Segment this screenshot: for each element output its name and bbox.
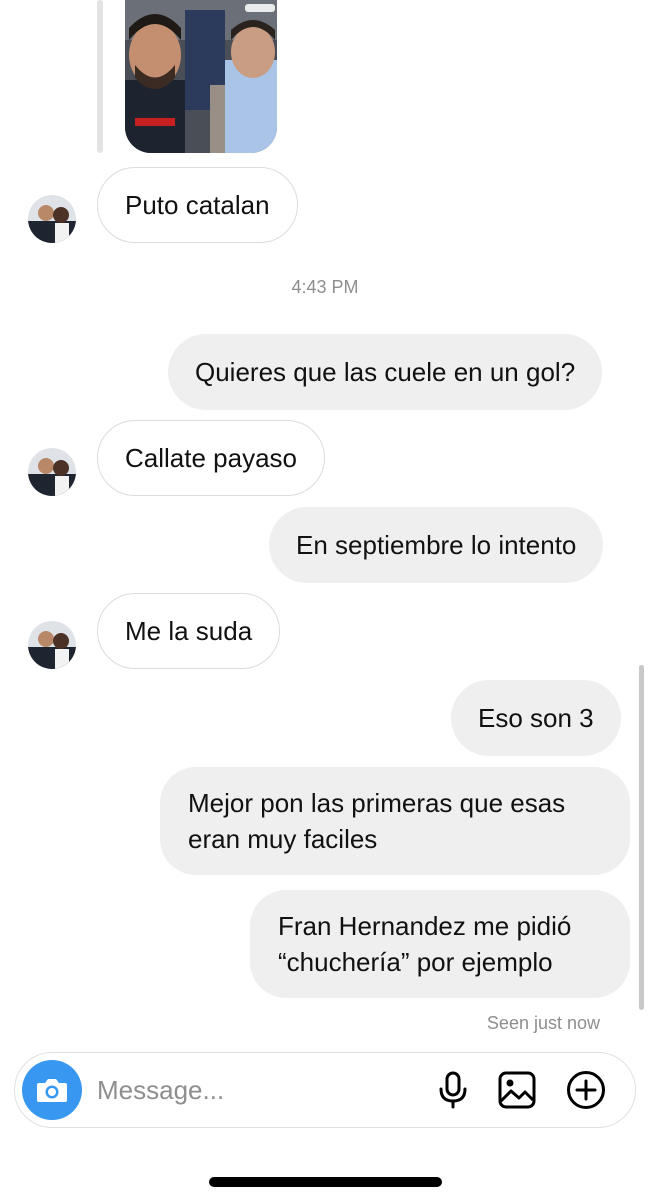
message-text-line: “chuchería” por ejemplo <box>278 947 553 977</box>
shared-photo-image <box>125 0 277 153</box>
microphone-button[interactable] <box>433 1070 473 1110</box>
message-bubble-incoming[interactable]: Me la suda <box>97 593 281 669</box>
message-text: Callate payaso <box>125 443 297 473</box>
avatar[interactable] <box>28 621 76 669</box>
message-bubble-incoming[interactable]: Puto catalan <box>97 167 298 243</box>
camera-button[interactable] <box>22 1060 82 1120</box>
avatar-image <box>28 195 76 243</box>
scrollbar[interactable] <box>639 665 644 1010</box>
message-composer <box>14 1052 636 1128</box>
message-bubble-incoming[interactable]: Callate payaso <box>97 420 325 496</box>
message-text: En septiembre lo intento <box>296 530 577 560</box>
message-timestamp: 4:43 PM <box>291 277 359 297</box>
seen-status: Seen just now <box>486 1013 600 1033</box>
message-bubble-outgoing[interactable]: Fran Hernandez me pidió “chuchería” por … <box>250 890 630 998</box>
reply-quote-bar <box>97 0 103 153</box>
message-input[interactable] <box>97 1071 417 1109</box>
shared-photo[interactable] <box>125 0 277 153</box>
gallery-icon <box>498 1071 536 1109</box>
gallery-button[interactable] <box>497 1070 537 1110</box>
message-text: Quieres que las cuele en un gol? <box>195 357 576 387</box>
message-text-line: Mejor pon las primeras que esas <box>188 788 566 818</box>
avatar[interactable] <box>28 195 76 243</box>
message-text: Puto catalan <box>125 190 270 220</box>
add-button[interactable] <box>566 1070 606 1110</box>
message-text-line: Fran Hernandez me pidió <box>278 911 572 941</box>
message-bubble-outgoing[interactable]: Quieres que las cuele en un gol? <box>168 334 603 410</box>
avatar-image <box>28 621 76 669</box>
message-text: Eso son 3 <box>478 703 594 733</box>
camera-icon <box>37 1079 67 1102</box>
microphone-icon <box>439 1071 467 1109</box>
add-icon <box>567 1071 605 1109</box>
message-bubble-outgoing[interactable]: Eso son 3 <box>451 680 621 756</box>
message-bubble-outgoing[interactable]: Mejor pon las primeras que esas eran muy… <box>160 767 630 875</box>
avatar-image <box>28 448 76 496</box>
home-indicator[interactable] <box>209 1177 442 1187</box>
avatar[interactable] <box>28 448 76 496</box>
message-bubble-outgoing[interactable]: En septiembre lo intento <box>269 507 604 583</box>
message-text-line: eran muy faciles <box>188 824 378 854</box>
message-text: Me la suda <box>125 616 253 646</box>
